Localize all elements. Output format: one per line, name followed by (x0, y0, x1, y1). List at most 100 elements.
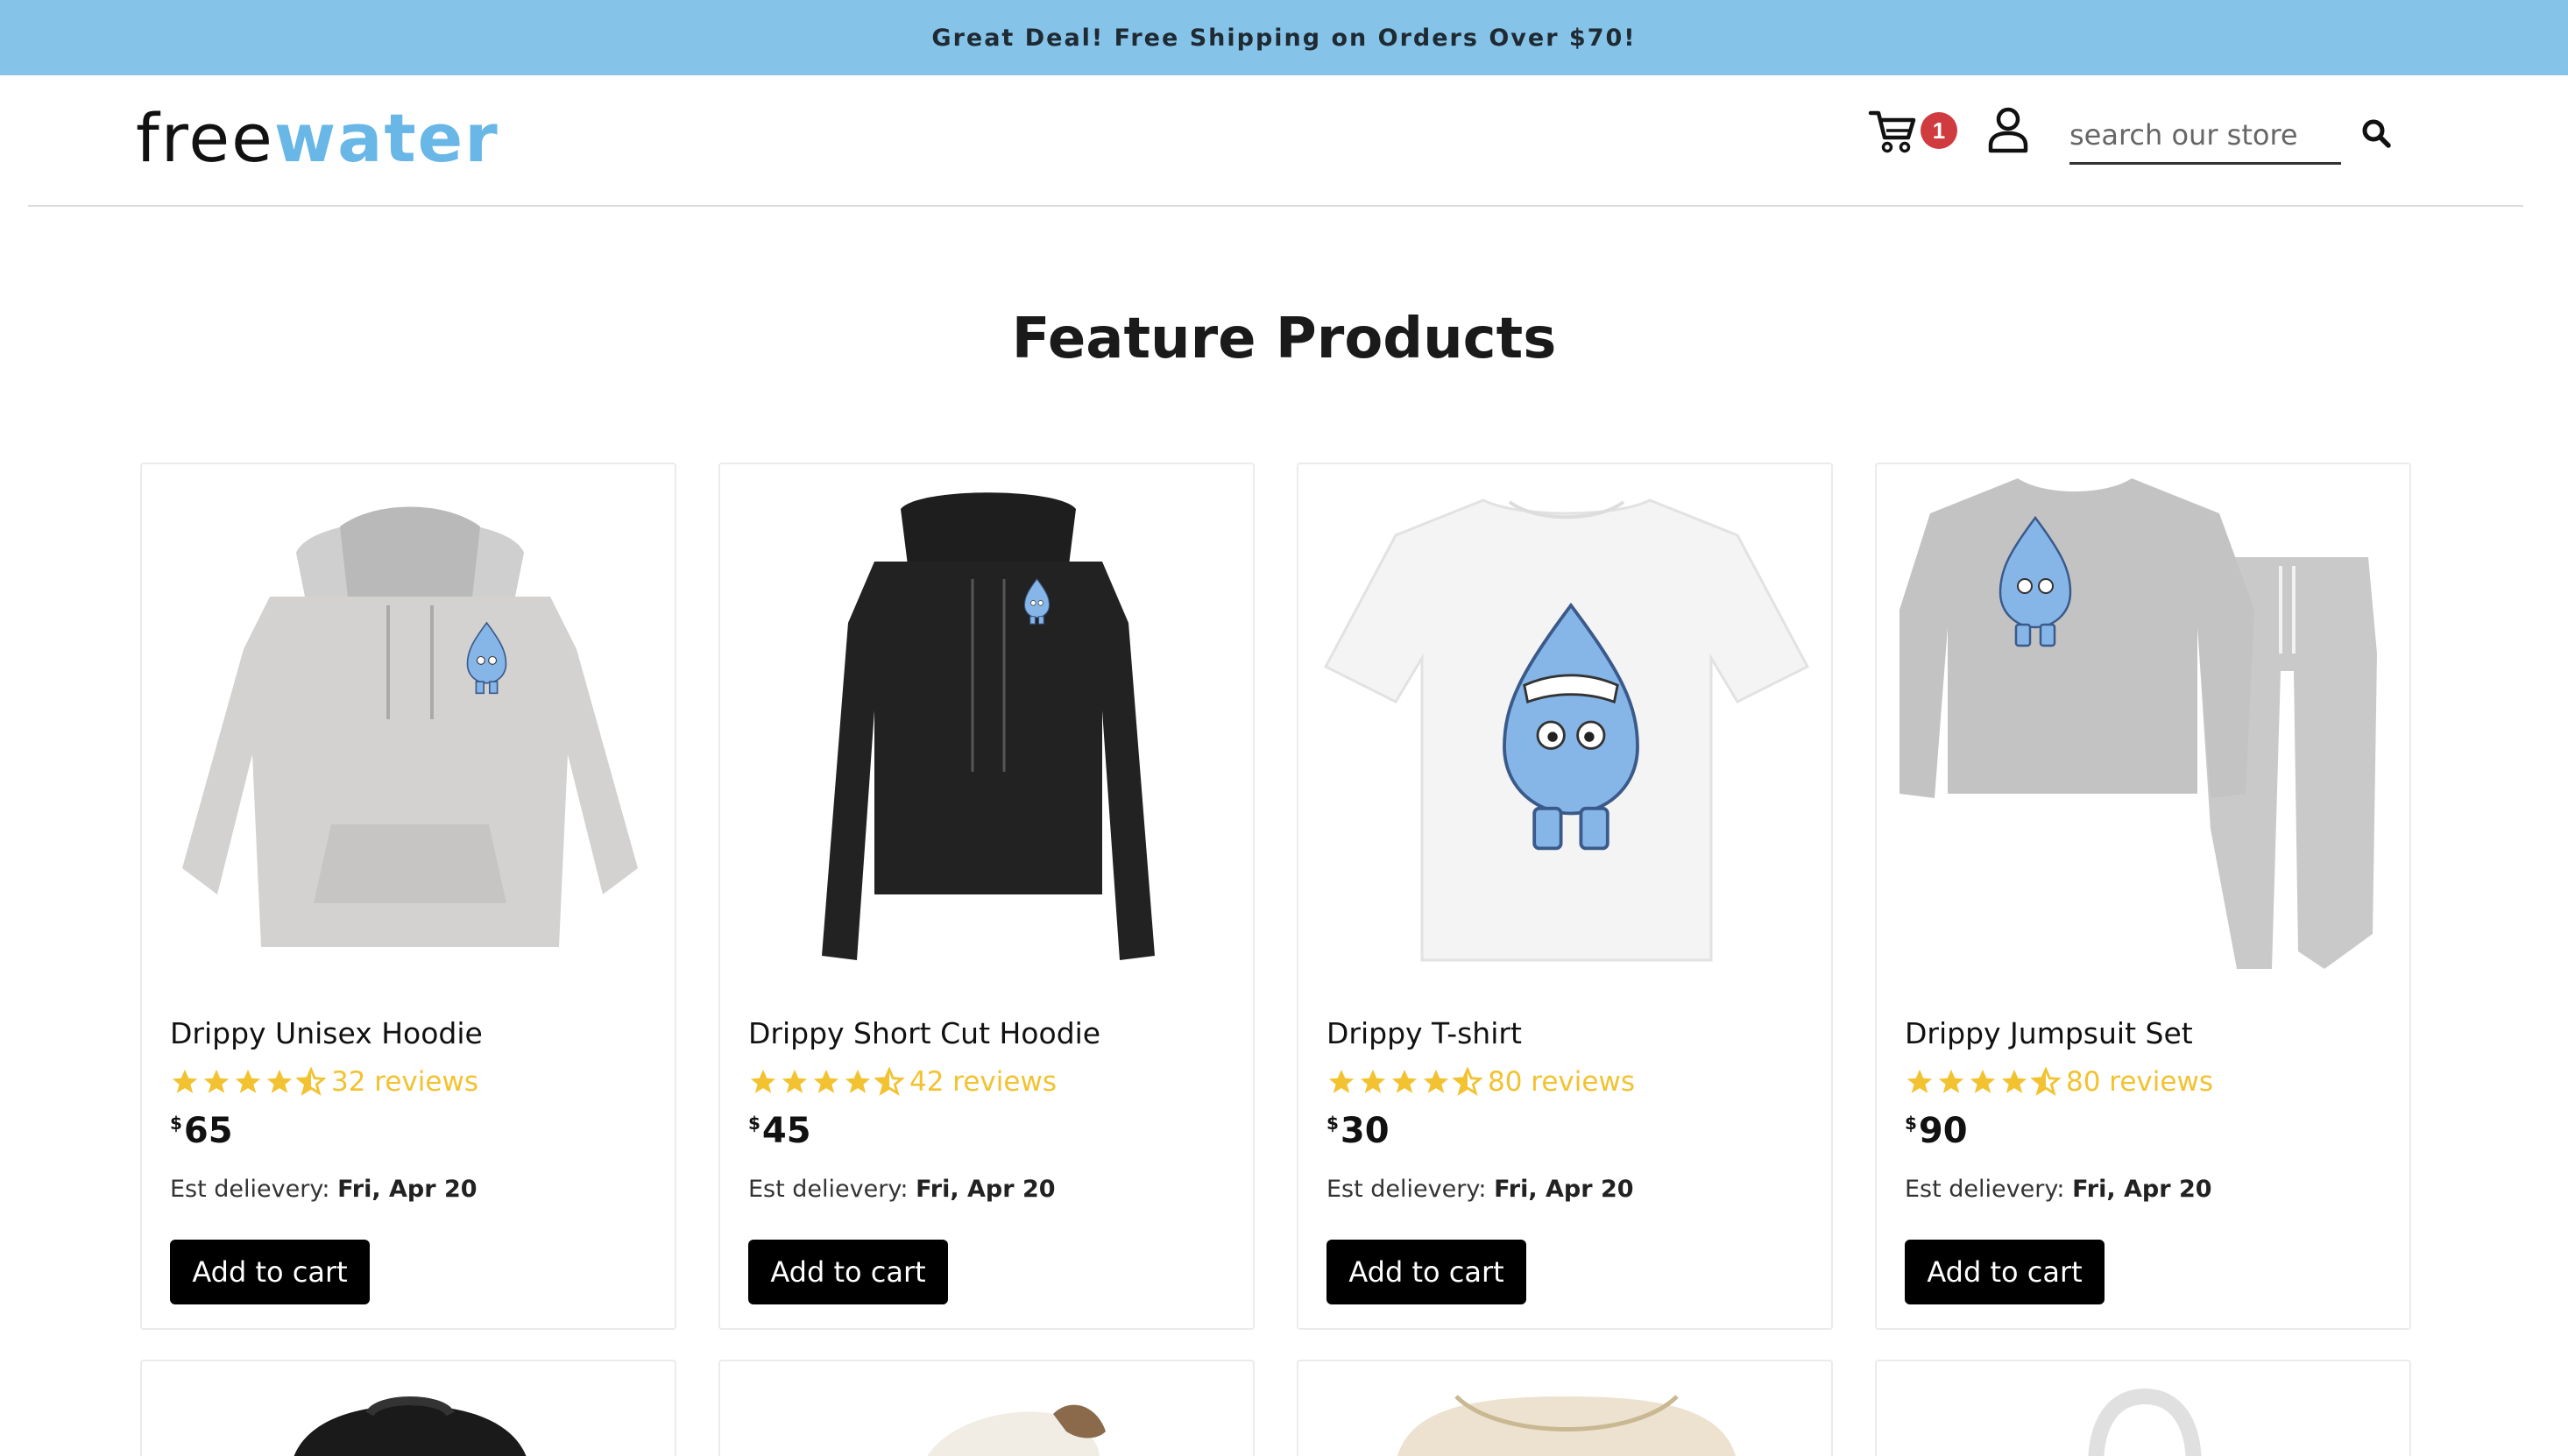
logo-text-free: free (136, 99, 274, 177)
price-value: 90 (1918, 1111, 1968, 1151)
add-to-cart-button[interactable]: Add to cart (1905, 1240, 2105, 1304)
star-icon (235, 1069, 261, 1093)
star-icon (1970, 1069, 1996, 1093)
delivery-date: Fri, Apr 20 (2072, 1176, 2212, 1203)
star-rating (748, 1067, 904, 1097)
product-image-black-cropped-hoodie[interactable] (738, 480, 1239, 975)
account-button[interactable] (1985, 103, 2031, 156)
delivery-date: Fri, Apr 20 (337, 1176, 478, 1203)
product-price: $65 (170, 1111, 233, 1151)
product-rating: 80 reviews (1326, 1064, 1635, 1099)
star-icon (1391, 1069, 1418, 1093)
half-star-icon (2031, 1067, 2061, 1096)
star-icon (172, 1069, 198, 1093)
promo-text: Great Deal! Free Shipping on Orders Over… (931, 24, 1637, 52)
promo-bar: Great Deal! Free Shipping on Orders Over… (0, 0, 2568, 75)
search-icon (2362, 119, 2391, 148)
currency-symbol: $ (748, 1113, 760, 1134)
product-name[interactable]: Drippy Jumpsuit Set (1905, 1016, 2193, 1050)
hoodie-image (182, 506, 638, 947)
review-count-link[interactable]: 80 reviews (2066, 1066, 2213, 1098)
section-title: Feature Products (1011, 307, 1557, 371)
product-rating: 80 reviews (1905, 1064, 2213, 1099)
currency-symbol: $ (170, 1113, 182, 1134)
header-divider (28, 205, 2523, 207)
product-price: $90 (1905, 1111, 1968, 1151)
star-rating (1905, 1067, 2061, 1097)
star-icon (782, 1069, 808, 1093)
mug-image (2088, 1388, 2202, 1456)
user-icon (1988, 107, 2028, 153)
product-card[interactable]: Drippy T-shirt 80 reviews $30 Est deliev… (1297, 463, 1833, 1330)
jumpsuit-set-image (1899, 477, 2377, 969)
star-icon (750, 1069, 776, 1093)
product-image-grey-hoodie[interactable] (159, 480, 661, 975)
cropped-hoodie-image (822, 491, 1155, 960)
product-card[interactable]: Drippy Unisex Hoodie 32 reviews $65 Est … (140, 463, 676, 1330)
cart-icon (1868, 110, 1916, 153)
price-value: 30 (1340, 1111, 1390, 1151)
delivery-date: Fri, Apr 20 (916, 1176, 1056, 1203)
star-icon (1360, 1069, 1386, 1093)
star-icon (1328, 1069, 1355, 1093)
star-rating (170, 1067, 326, 1097)
product-name[interactable]: Drippy Unisex Hoodie (170, 1016, 483, 1050)
product-card[interactable]: Drippy Short Cut Hoodie 42 reviews $45 E… (718, 463, 1255, 1330)
half-star-icon (874, 1067, 904, 1096)
search-input[interactable] (2069, 110, 2341, 159)
search-button[interactable] (2357, 114, 2395, 152)
backpack-image (294, 1396, 527, 1456)
delivery-label: Est delievery: (1905, 1176, 2065, 1203)
half-star-icon (1453, 1067, 1482, 1096)
review-count-link[interactable]: 32 reviews (331, 1066, 478, 1098)
product-price: $45 (748, 1111, 811, 1151)
pet-bandana-image (927, 1404, 1106, 1456)
product-rating: 32 reviews (170, 1064, 478, 1099)
delivery-estimate: Est delievery: Fri, Apr 20 (748, 1176, 1056, 1203)
product-card-partial[interactable] (140, 1360, 676, 1456)
site-header: free water 1 (0, 75, 2568, 207)
star-icon (1938, 1069, 1964, 1093)
currency-symbol: $ (1326, 1113, 1339, 1134)
logo-text-water: water (273, 99, 499, 177)
cart-button[interactable] (1866, 105, 1919, 158)
product-name[interactable]: Drippy T-shirt (1326, 1016, 1522, 1050)
product-price: $30 (1326, 1111, 1390, 1151)
product-name[interactable]: Drippy Short Cut Hoodie (748, 1016, 1100, 1050)
half-star-icon (296, 1067, 326, 1096)
product-card-partial[interactable] (1875, 1360, 2411, 1456)
delivery-date: Fri, Apr 20 (1494, 1176, 1634, 1203)
delivery-label: Est delievery: (170, 1176, 330, 1203)
star-icon (266, 1069, 293, 1093)
star-icon (2001, 1069, 2027, 1093)
product-image-white-tshirt[interactable] (1316, 480, 1817, 975)
add-to-cart-button[interactable]: Add to cart (170, 1240, 370, 1304)
add-to-cart-button[interactable]: Add to cart (748, 1240, 948, 1304)
product-card-partial[interactable] (1297, 1360, 1833, 1456)
currency-symbol: $ (1905, 1113, 1917, 1134)
star-icon (845, 1069, 871, 1093)
delivery-estimate: Est delievery: Fri, Apr 20 (1905, 1176, 2212, 1203)
logo[interactable]: free water (136, 102, 499, 172)
price-value: 65 (183, 1111, 233, 1151)
product-rating: 42 reviews (748, 1064, 1057, 1099)
price-value: 45 (761, 1111, 811, 1151)
cart-count-badge: 1 (1921, 112, 1957, 149)
add-to-cart-button[interactable]: Add to cart (1326, 1240, 1526, 1304)
delivery-label: Est delievery: (748, 1176, 909, 1203)
drawstring-bag-image (1397, 1395, 1737, 1456)
star-icon (203, 1069, 230, 1093)
product-image-grey-jumpsuit-set[interactable] (1894, 477, 2395, 975)
tshirt-image (1323, 498, 1810, 961)
delivery-estimate: Est delievery: Fri, Apr 20 (170, 1176, 478, 1203)
review-count-link[interactable]: 42 reviews (909, 1066, 1057, 1098)
product-card[interactable]: Drippy Jumpsuit Set 80 reviews $90 Est d… (1875, 463, 2411, 1330)
delivery-label: Est delievery: (1326, 1176, 1487, 1203)
review-count-link[interactable]: 80 reviews (1488, 1066, 1635, 1098)
star-icon (1907, 1069, 1933, 1093)
star-icon (813, 1069, 839, 1093)
product-card-partial[interactable] (718, 1360, 1255, 1456)
star-rating (1326, 1067, 1482, 1097)
delivery-estimate: Est delievery: Fri, Apr 20 (1326, 1176, 1634, 1203)
star-icon (1423, 1069, 1449, 1093)
